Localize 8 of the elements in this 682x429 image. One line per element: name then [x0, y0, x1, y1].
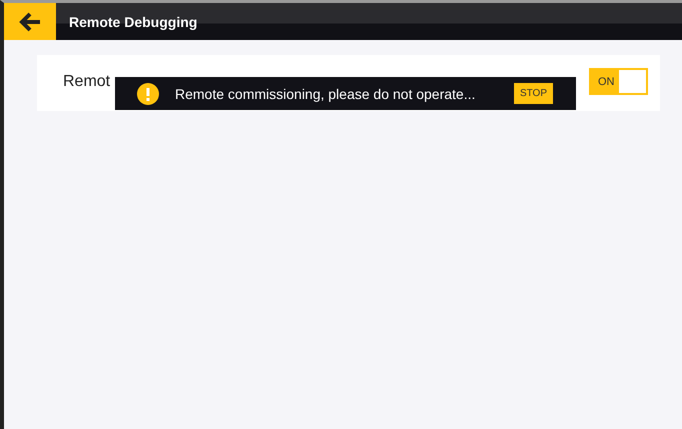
stop-button[interactable]: STOP: [514, 83, 553, 104]
setting-label: Remot: [63, 72, 112, 90]
back-arrow-icon: [18, 12, 42, 32]
page-title: Remote Debugging: [69, 14, 198, 30]
toast-message: Remote commissioning, please do not operate...: [175, 86, 476, 102]
warning-icon: [137, 82, 159, 104]
back-button[interactable]: [4, 3, 56, 40]
toggle-switch[interactable]: ON: [589, 68, 648, 95]
